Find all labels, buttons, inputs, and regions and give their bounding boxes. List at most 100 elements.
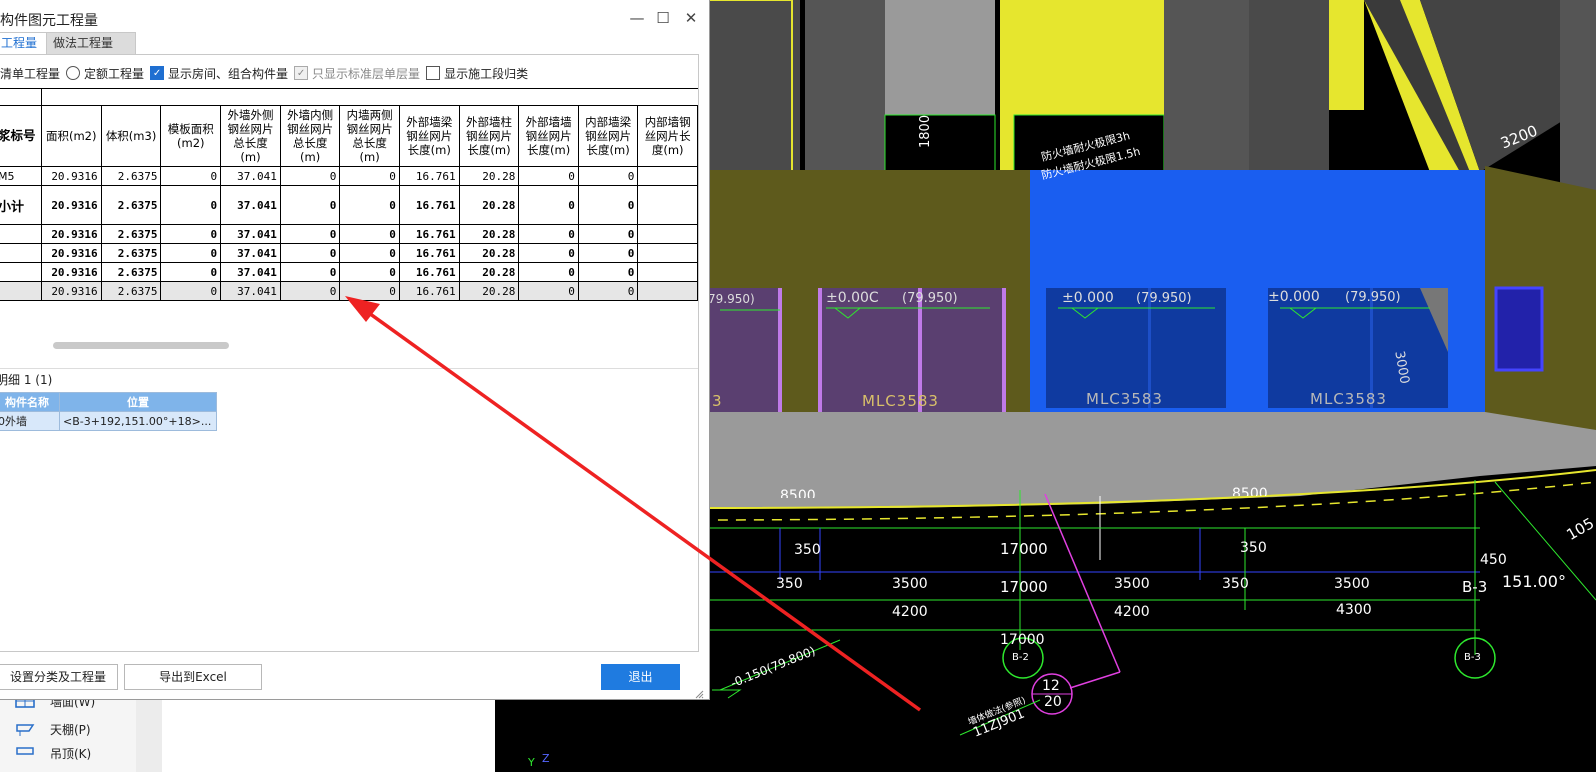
table-cell[interactable] (637, 281, 698, 301)
column-header[interactable]: 外部墙柱钢丝网片长度(m) (458, 105, 520, 167)
table-cell[interactable]: 20.9316 (40, 281, 102, 301)
export-excel-button[interactable]: 导出到Excel (124, 664, 262, 690)
exit-button[interactable]: 退出 (601, 664, 680, 690)
table-cell[interactable]: 0 (279, 281, 341, 301)
table-cell[interactable] (637, 166, 698, 186)
table-cell[interactable]: 20.28 (458, 185, 520, 225)
minimize-button[interactable]: — (626, 8, 648, 28)
table-cell[interactable]: 20.28 (458, 281, 520, 301)
resize-grip-icon[interactable] (694, 688, 704, 699)
table-cell[interactable]: 0 (279, 262, 341, 282)
table-cell[interactable]: 20.9316 (40, 262, 102, 282)
table-cell[interactable]: 0 (339, 185, 400, 225)
table-cell[interactable]: 20.9316 (40, 166, 102, 186)
column-header[interactable]: 浆标号 (0, 105, 42, 167)
table-cell[interactable]: 0 (577, 185, 639, 225)
dialog-titlebar[interactable]: 构件图元工程量 — ☐ ✕ (0, 0, 709, 36)
table-cell[interactable]: 2.6375 (100, 166, 162, 186)
option-qingdan[interactable]: 清单工程量 (0, 65, 60, 82)
table-cell[interactable] (637, 243, 698, 263)
table-cell[interactable]: 0 (339, 166, 400, 186)
detail-row[interactable]: 0外墙 <B-3+192,151.00°+18>... (0, 411, 217, 431)
table-cell[interactable]: 37.041 (220, 243, 281, 263)
table-cell[interactable]: 0 (160, 281, 222, 301)
table-cell[interactable]: 0 (160, 185, 222, 225)
table-cell[interactable] (637, 185, 698, 225)
table-row[interactable]: 20.9316 2.6375 0 37.041 0 0 16.761 20.28 0 0 (0, 262, 698, 282)
tab-method-quantity[interactable]: 做法工程量 (46, 32, 136, 55)
table-row[interactable]: 20.9316 2.6375 0 37.041 0 0 16.761 20.28 0 0 (0, 281, 698, 301)
table-cell[interactable]: 0 (577, 224, 639, 244)
table-cell[interactable]: 2.6375 (100, 224, 162, 244)
column-header[interactable]: 外墙内侧钢丝网片总长度(m) (279, 105, 341, 167)
table-cell[interactable] (637, 262, 698, 282)
settings-button[interactable]: 设置分类及工程量 (0, 664, 118, 690)
table-cell[interactable]: 0 (339, 224, 400, 244)
table-cell[interactable]: 20.28 (458, 224, 520, 244)
column-header[interactable]: 外部墙梁钢丝网片长度(m) (398, 105, 460, 167)
table-cell[interactable]: 20.28 (458, 166, 520, 186)
table-cell[interactable]: 2.6375 (100, 185, 162, 225)
table-cell[interactable]: 37.041 (220, 185, 281, 225)
table-cell[interactable]: 37.041 (220, 166, 281, 186)
table-row[interactable]: 20.9316 2.6375 0 37.041 0 0 16.761 20.28 0 0 (0, 224, 698, 244)
column-header[interactable]: 体积(m3) (100, 105, 162, 167)
table-cell[interactable]: 2.6375 (100, 281, 162, 301)
table-cell[interactable]: 16.761 (398, 224, 460, 244)
maximize-button[interactable]: ☐ (652, 8, 674, 28)
show-stage-checkbox[interactable] (426, 66, 441, 80)
quantity-table-container[interactable]: 浆标号 面积(m2) 体积(m3) 模板面积(m2) 外墙外侧钢丝网片总长度(m) 外墙内… (0, 88, 698, 306)
table-row[interactable]: M520.93162.6375037.0410016.76120.2800 (0, 166, 698, 186)
column-header[interactable]: 外部墙墙钢丝网片长度(m) (518, 105, 579, 167)
table-cell[interactable]: 0 (518, 262, 579, 282)
option-dinge[interactable]: 定额工程量 (66, 65, 144, 82)
table-cell[interactable]: 20.9316 (40, 185, 102, 225)
table-cell[interactable]: 0 (577, 166, 639, 186)
table-cell[interactable]: 20.28 (458, 262, 520, 282)
table-cell[interactable]: 0 (518, 281, 579, 301)
table-cell[interactable]: 16.761 (398, 243, 460, 263)
tree-item-ceiling[interactable]: 天棚(P) (14, 718, 91, 740)
table-cell[interactable]: 0 (160, 166, 222, 186)
table-cell[interactable]: 0 (279, 243, 341, 263)
table-cell[interactable]: 37.041 (220, 224, 281, 244)
table-cell[interactable]: 0 (339, 243, 400, 263)
table-cell[interactable]: 0 (279, 166, 341, 186)
table-cell[interactable]: 0 (518, 243, 579, 263)
table-cell[interactable]: 0 (160, 262, 222, 282)
table-cell[interactable]: 0 (518, 224, 579, 244)
table-cell[interactable]: 2.6375 (100, 262, 162, 282)
table-cell[interactable]: 0 (339, 262, 400, 282)
option-show-stage[interactable]: 显示施工段归类 (426, 65, 528, 82)
column-header[interactable]: 内墙两侧钢丝网片总长度(m) (339, 105, 400, 167)
table-cell[interactable]: 2.6375 (100, 243, 162, 263)
table-cell[interactable]: 16.761 (398, 262, 460, 282)
dinge-radio[interactable] (66, 66, 81, 80)
close-button[interactable]: ✕ (680, 8, 702, 28)
table-cell[interactable]: 0 (279, 224, 341, 244)
table-cell[interactable]: 16.761 (398, 185, 460, 225)
table-cell[interactable]: 0 (160, 224, 222, 244)
table-cell[interactable]: 16.761 (398, 281, 460, 301)
table-cell[interactable]: 0 (279, 185, 341, 225)
table-cell[interactable]: 37.041 (220, 281, 281, 301)
tree-item-suspended-ceiling[interactable]: 吊顶(K) (14, 746, 91, 760)
table-row[interactable]: 20.9316 2.6375 0 37.041 0 0 16.761 20.28 0 0 (0, 243, 698, 263)
table-cell[interactable]: 0 (518, 185, 579, 225)
column-header[interactable]: 模板面积(m2) (160, 105, 222, 167)
option-show-rooms[interactable]: ✓ 显示房间、组合构件量 (150, 65, 288, 82)
table-cell[interactable]: 0 (339, 281, 400, 301)
column-header[interactable]: 内部墙钢丝网片长度(m) (637, 105, 698, 167)
column-header[interactable]: 外墙外侧钢丝网片总长度(m) (220, 105, 281, 167)
table-row[interactable]: 小计 20.9316 2.6375 0 37.041 0 0 16.761 20.28 0 0 (0, 185, 698, 225)
table-cell[interactable]: 20.28 (458, 243, 520, 263)
table-cell[interactable]: 0 (518, 166, 579, 186)
table-cell[interactable]: 0 (577, 281, 639, 301)
table-cell[interactable]: 16.761 (398, 166, 460, 186)
horizontal-scrollbar[interactable] (53, 342, 229, 349)
table-cell[interactable]: 0 (160, 243, 222, 263)
table-cell[interactable] (637, 224, 698, 244)
table-cell[interactable]: 37.041 (220, 262, 281, 282)
table-cell[interactable]: 0 (577, 262, 639, 282)
table-cell[interactable]: 20.9316 (40, 243, 102, 263)
